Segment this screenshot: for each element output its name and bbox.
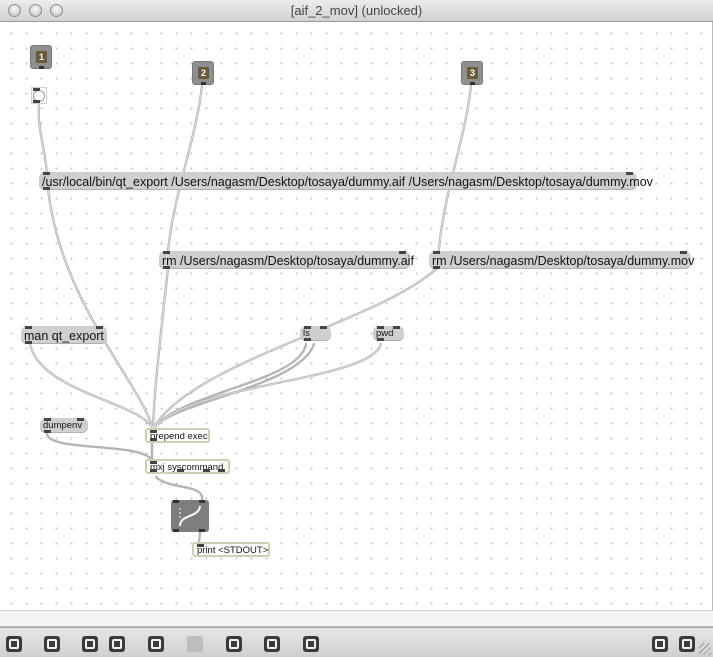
gate-switch[interactable] (171, 500, 209, 532)
grid-icon[interactable] (264, 636, 280, 652)
message-pwd[interactable]: pwd (373, 326, 404, 341)
inlet-2[interactable]: 2 (192, 61, 214, 85)
message-dumpenv[interactable]: dumpenv (40, 418, 88, 433)
message-ls[interactable]: ls (300, 326, 331, 341)
new-object-icon[interactable] (6, 636, 22, 652)
new-patcher-icon[interactable] (44, 636, 60, 652)
inlet-3[interactable]: 3 (461, 61, 483, 85)
object-mxj-syscommand[interactable]: mxj syscommand (145, 459, 230, 474)
message-rm-aif[interactable]: rm /Users/nagasm/Desktop/tosaya/dummy.ai… (159, 251, 414, 269)
message-qt-export[interactable]: /usr/local/bin/qt_export /Users/nagasm/D… (39, 172, 653, 190)
inlet-1[interactable]: 1 (30, 45, 52, 69)
paste-icon[interactable] (82, 636, 98, 652)
message-rm-mov[interactable]: rm /Users/nagasm/Desktop/tosaya/dummy.mo… (429, 251, 694, 269)
info-icon[interactable] (187, 636, 203, 652)
patch-cords (28, 84, 473, 544)
lock-icon[interactable] (226, 636, 242, 652)
window-title: [aif_2_mov] (unlocked) (290, 3, 423, 18)
message-man-qt-export[interactable]: man qt_export (21, 326, 107, 344)
horizontal-scrollbar[interactable] (0, 610, 713, 627)
trace-icon[interactable] (148, 636, 164, 652)
object-prepend-exec[interactable]: prepend exec (145, 428, 210, 443)
inspector-icon[interactable] (303, 636, 319, 652)
object-print-stdout[interactable]: print <STDOUT> (192, 542, 270, 557)
bang-button[interactable] (31, 87, 47, 104)
title-bar: [aif_2_mov] (unlocked) (0, 0, 713, 22)
gate-route-icon (173, 500, 205, 532)
resize-grip-icon[interactable] (699, 643, 711, 655)
patcher-toolbar (0, 627, 713, 657)
presentation-icon[interactable] (679, 636, 695, 652)
clear-icon[interactable] (109, 636, 125, 652)
show-toolbar-icon[interactable] (652, 636, 668, 652)
